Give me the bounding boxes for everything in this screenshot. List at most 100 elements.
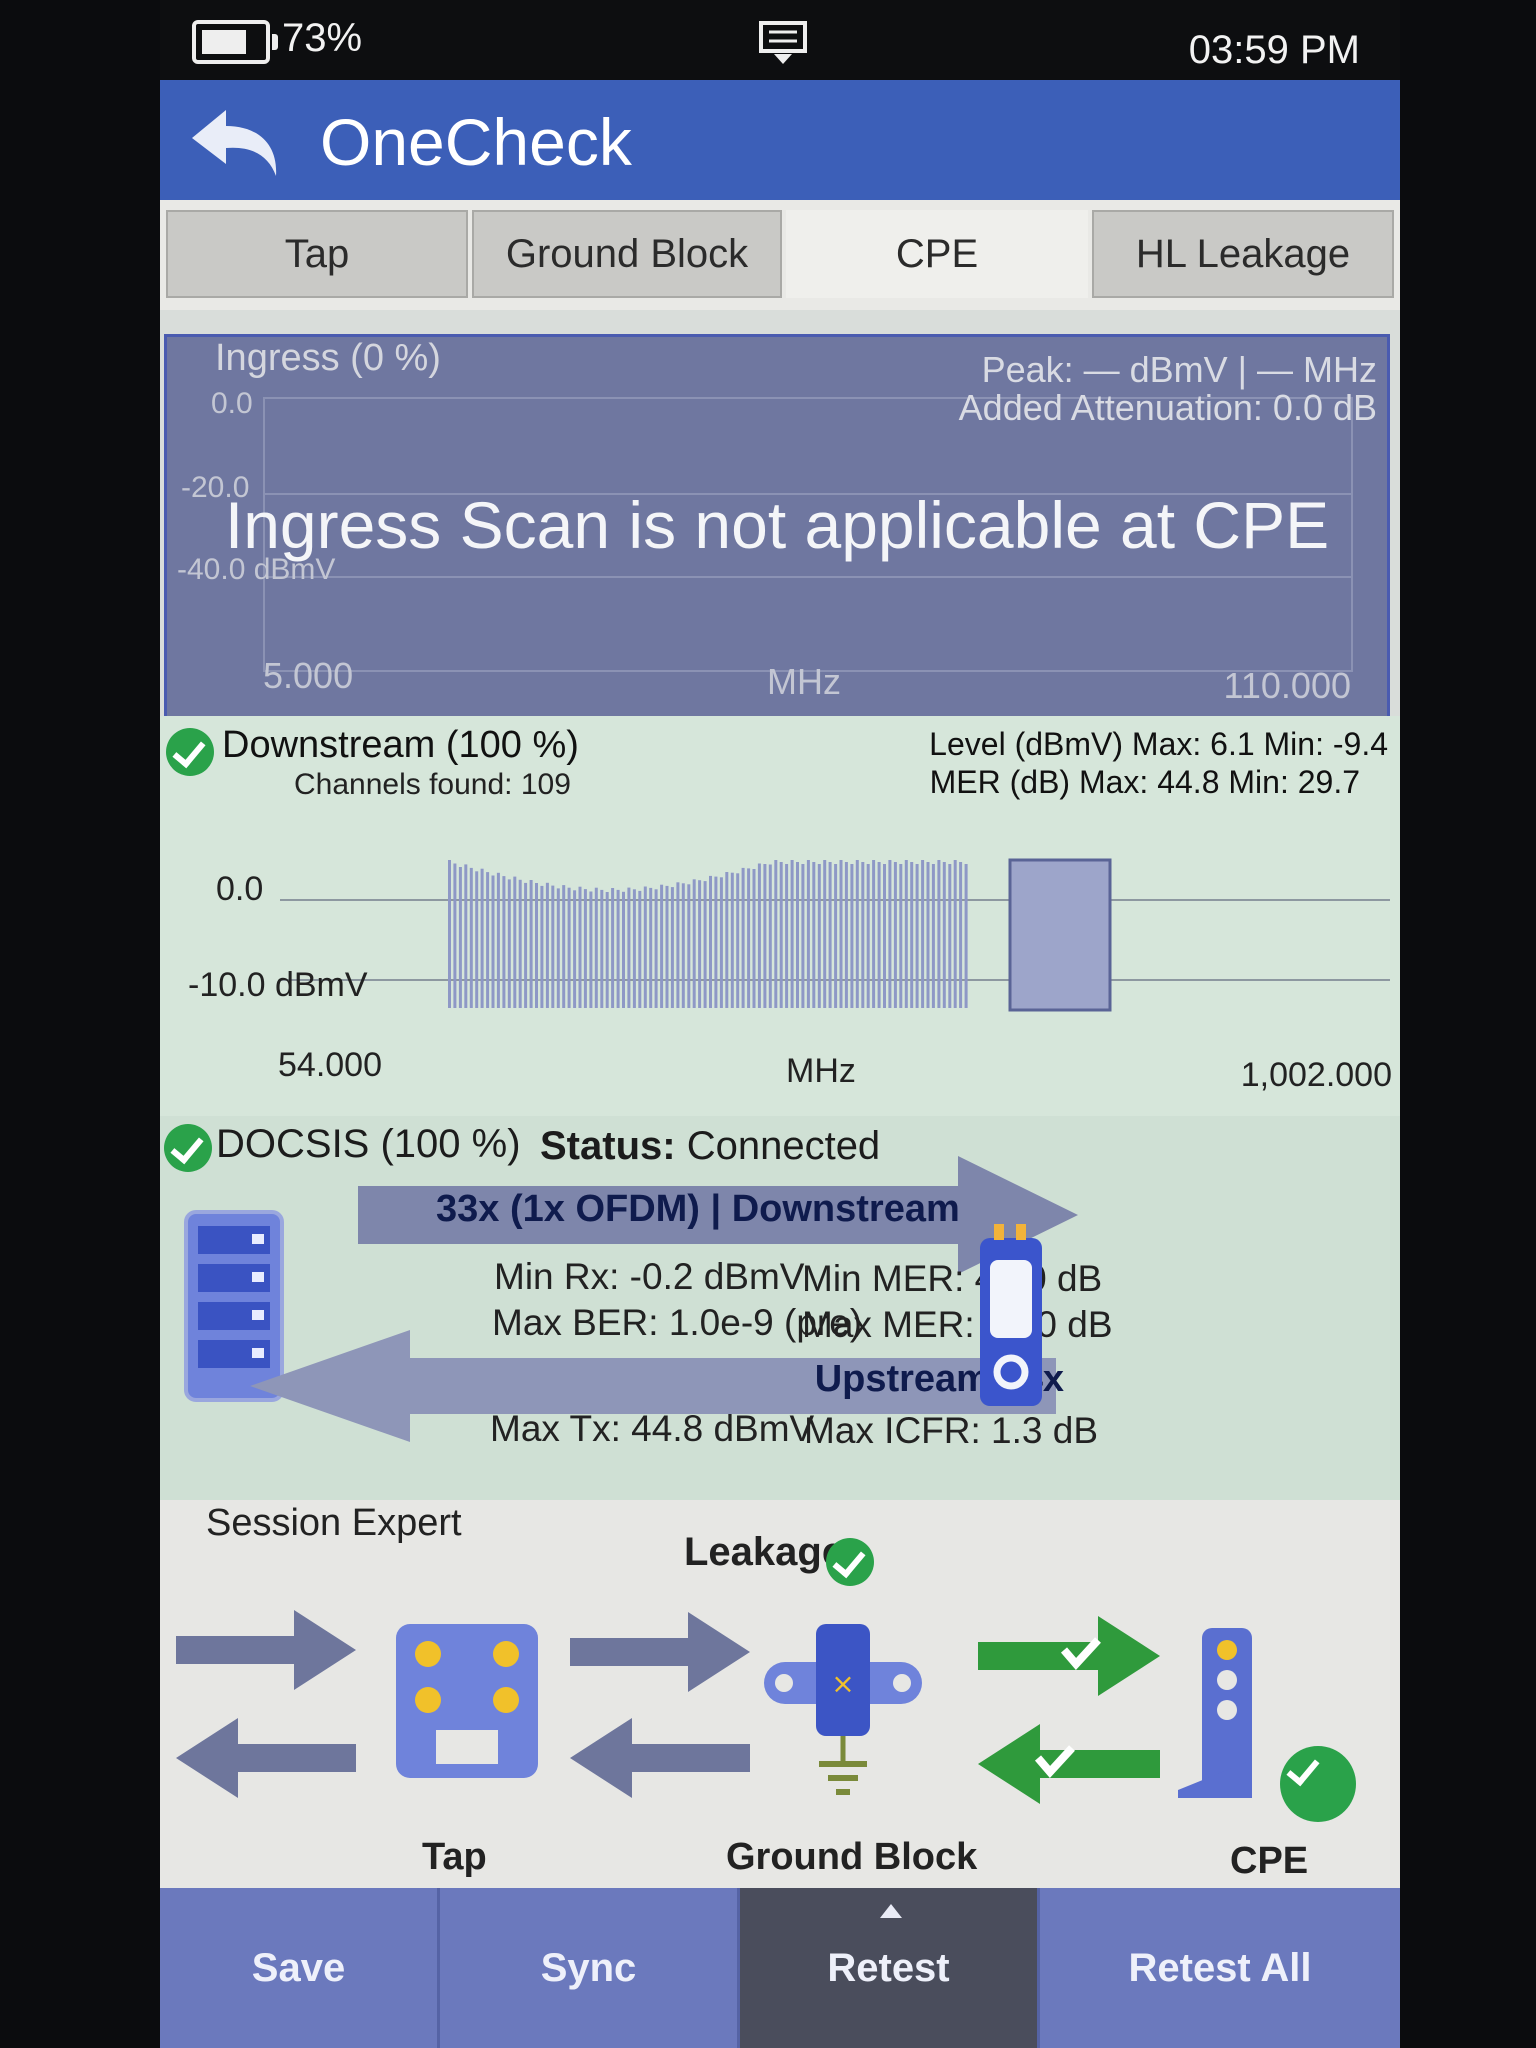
session-expert-title: Session Expert [206, 1502, 462, 1544]
session-expert-panel: Session Expert Leakage Tap × Ground Bloc… [160, 1500, 1400, 1888]
min-rx: Min Rx: -0.2 dBmV [494, 1256, 805, 1297]
channel-bar [709, 875, 712, 1008]
channel-bar [899, 864, 903, 1008]
channel-bar [747, 868, 751, 1008]
channel-bar [491, 875, 495, 1008]
channel-bar [464, 864, 468, 1008]
docsis-ok-icon [164, 1124, 212, 1172]
ingress-x-unit: MHz [767, 661, 841, 702]
channel-bar [915, 864, 919, 1008]
downstream-x-unit: MHz [786, 1052, 856, 1090]
channel-bar [469, 867, 473, 1008]
channel-bar [654, 889, 658, 1008]
channel-bar [513, 876, 517, 1008]
cable-modem-icon [980, 1224, 1042, 1406]
channel-bar [866, 864, 870, 1008]
ingress-y-top: 0.0 [211, 387, 253, 420]
channel-bar [622, 891, 625, 1008]
channel-bar [844, 862, 848, 1008]
tab-hl-leakage[interactable]: HL Leakage [1092, 210, 1394, 298]
channel-bar [562, 885, 566, 1008]
ofdm-block [1008, 858, 1112, 1012]
save-button[interactable]: Save [160, 1888, 440, 2048]
leakage-ok-icon [826, 1538, 874, 1586]
channel-bar [942, 862, 946, 1008]
channel-bar [714, 876, 718, 1008]
channel-bar [458, 867, 462, 1008]
channel-bar [676, 882, 680, 1008]
tab-tap[interactable]: Tap [166, 210, 468, 298]
channel-bar [888, 860, 892, 1008]
channel-bar [948, 864, 952, 1008]
sync-button[interactable]: Sync [440, 1888, 740, 2048]
tab-ground-block[interactable]: Ground Block [472, 210, 782, 298]
channel-bar [812, 862, 816, 1008]
notification-tray-icon[interactable] [758, 20, 808, 66]
channel-bar [567, 887, 571, 1008]
channel-bar [616, 889, 620, 1008]
channel-bar [687, 884, 691, 1008]
channel-bar [524, 882, 528, 1008]
channel-bar [670, 887, 674, 1008]
downstream-y-bottom: -10.0 dBmV [188, 966, 368, 1004]
channel-bar [448, 860, 451, 1008]
channel-bar [719, 877, 723, 1008]
back-arrow-icon[interactable] [188, 104, 288, 182]
channel-bar [953, 860, 957, 1008]
retest-all-button[interactable]: Retest All [1040, 1888, 1400, 2048]
channel-bar [921, 860, 925, 1008]
channel-bar [638, 890, 642, 1008]
channel-bar [480, 868, 484, 1008]
channel-bar [877, 862, 881, 1008]
channel-bar [768, 864, 772, 1008]
channel-bar [904, 860, 908, 1008]
channel-bar [872, 860, 876, 1008]
channel-bar [698, 880, 702, 1008]
channel-bar [496, 872, 500, 1008]
tab-bar: Tap Ground Block CPE HL Leakage [160, 200, 1400, 310]
channel-bar [779, 862, 783, 1008]
downstream-panel[interactable]: Downstream (100 %) Channels found: 109 L… [160, 716, 1400, 1116]
channel-bar [583, 889, 587, 1008]
channel-bar [910, 862, 914, 1008]
docsis-panel[interactable]: DOCSIS (100 %) Status: Connected 33x (1x… [160, 1116, 1400, 1500]
leakage-label: Leakage [684, 1530, 845, 1574]
channel-bar [600, 889, 604, 1008]
channel-bar [507, 879, 511, 1008]
channel-bar [605, 892, 609, 1008]
ingress-panel[interactable]: Ingress (0 %) Peak: — dBmV | — MHz Added… [164, 334, 1390, 732]
channel-bar [937, 860, 941, 1008]
channel-bar [627, 887, 631, 1008]
link-ok-arrows-icon [978, 1616, 1160, 1804]
channel-bar [725, 872, 729, 1008]
channel-bar [578, 886, 582, 1008]
channel-bar [540, 885, 544, 1008]
link-arrows-icon-2 [570, 1612, 750, 1798]
channel-bar [475, 871, 479, 1008]
channel-bar [931, 864, 935, 1008]
channel-bar [741, 867, 745, 1008]
tap-icon[interactable] [396, 1624, 538, 1778]
app-title: OneCheck [320, 105, 632, 179]
channels-found: Channels found: 109 [294, 768, 571, 801]
channel-bar [801, 864, 805, 1008]
battery-icon [192, 20, 278, 64]
max-tx: Max Tx: 44.8 dBmV [490, 1408, 815, 1449]
bottom-toolbar: Save Sync Retest Retest All [160, 1888, 1400, 2048]
channel-bar [817, 864, 821, 1008]
battery-percent: 73% [282, 16, 363, 60]
channel-bar [573, 890, 577, 1008]
ingress-x-start: 5.000 [263, 655, 354, 696]
channel-bar [556, 888, 560, 1008]
channel-bar [861, 862, 865, 1008]
retest-button[interactable]: Retest [740, 1888, 1040, 2048]
tab-cpe[interactable]: CPE [786, 210, 1088, 298]
downstream-channel-chart [280, 858, 1390, 1012]
ground-block-icon[interactable]: × [764, 1624, 922, 1812]
channel-bar [964, 864, 968, 1008]
channel-bar [529, 880, 533, 1008]
channel-bar [730, 872, 734, 1008]
channel-bar [589, 891, 593, 1008]
ingress-attenuation: Added Attenuation: 0.0 dB [958, 387, 1377, 428]
channel-bar [692, 879, 696, 1008]
